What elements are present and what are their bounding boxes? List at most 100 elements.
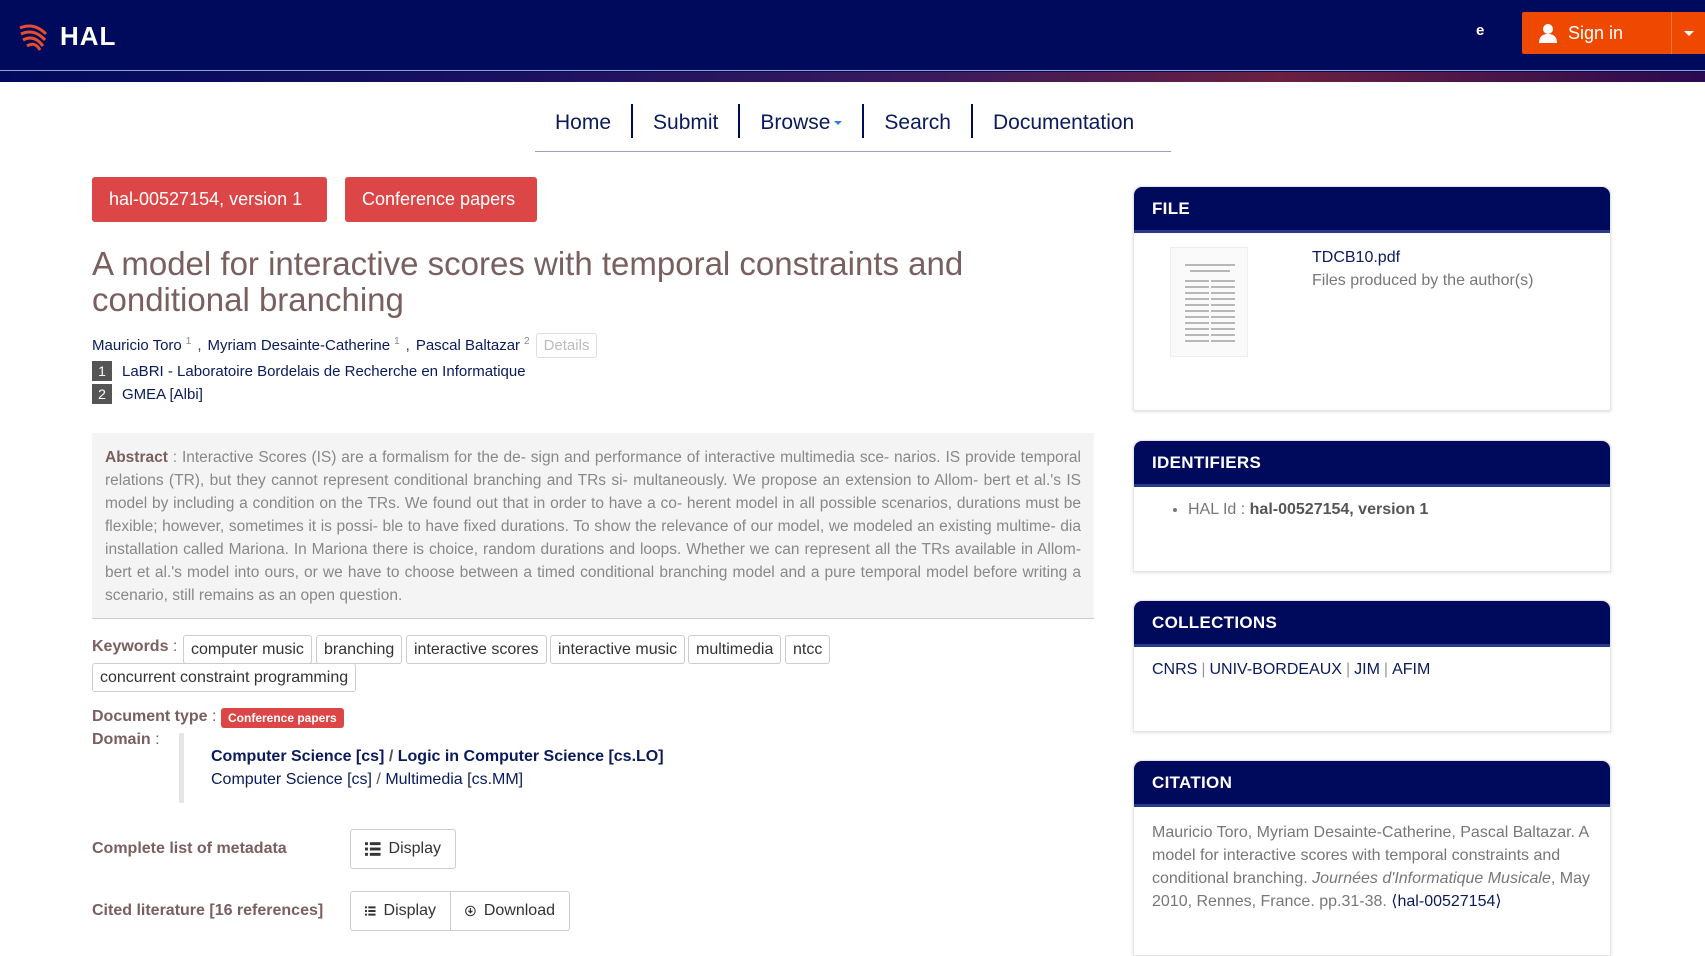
metadata-label: Complete list of metadata [92, 840, 287, 857]
domain-link[interactable]: Logic in Computer Science [cs.LO] [398, 748, 664, 765]
domain-separator: / [388, 748, 394, 765]
citation-venue: Journées d'Informatique Musicale [1312, 870, 1551, 887]
thumb-line [1185, 322, 1209, 324]
keywords-label-text: Keywords [92, 638, 169, 655]
keywords-label: Keywords : [92, 638, 177, 656]
domain-label: Domain : [92, 731, 160, 749]
thumb-line [1185, 292, 1209, 294]
keyword-tag[interactable]: branching [316, 635, 403, 664]
thumb-line [1211, 340, 1235, 342]
chevron-down-icon[interactable] [1684, 31, 1694, 36]
domain-list: Computer Science [cs] / Logic in Compute… [179, 733, 779, 803]
thumb-line [1185, 340, 1209, 342]
abstract-block: Abstract : Interactive Scores (IS) are a… [92, 433, 1094, 619]
author-list: Mauricio Toro 1 , Myriam Desainte-Catheri… [92, 333, 598, 358]
keyword-tag[interactable]: multimedia [688, 635, 782, 664]
collections-panel-title: COLLECTIONS [1134, 601, 1610, 647]
affiliation-item: 1 LaBRI - Laboratoire Bordelais de Reche… [92, 361, 526, 381]
domain-item: Computer Science [cs] / Logic in Compute… [211, 745, 779, 768]
hal-id-label: HAL Id : [1188, 501, 1250, 518]
domain-item: Computer Science [cs] / Multimedia [cs.M… [211, 768, 779, 791]
author-link[interactable]: Mauricio Toro [92, 337, 182, 354]
thumb-line [1211, 334, 1235, 336]
nav-browse[interactable]: Browse [740, 104, 865, 138]
document-type-badge[interactable]: Conference papers [221, 708, 344, 728]
thumb-line [1211, 304, 1235, 306]
thumb-line [1185, 264, 1235, 266]
affiliation-link[interactable]: GMEA [Albi] [122, 386, 203, 403]
thumb-line [1211, 280, 1235, 282]
details-button[interactable]: Details [535, 333, 598, 358]
file-link[interactable]: TDCB10.pdf [1312, 249, 1400, 267]
domain-link[interactable]: Computer Science [cs] [211, 771, 372, 788]
label-colon: : [207, 708, 217, 725]
sign-in-label: Sign in [1568, 22, 1624, 43]
identifiers-panel: IDENTIFIERS HAL Id : hal-00527154, versi… [1133, 440, 1611, 572]
affiliation-link[interactable]: LaBRI - Laboratoire Bordelais de Recherc… [122, 363, 526, 380]
download-icon [465, 905, 476, 917]
list-icon [365, 906, 376, 916]
keyword-tag[interactable]: interactive scores [406, 635, 547, 664]
keyword-tag[interactable]: ntcc [785, 635, 831, 664]
collection-link[interactable]: CNRS [1152, 661, 1197, 678]
thumb-line [1185, 304, 1209, 306]
thumb-line [1211, 316, 1235, 318]
hal-logo[interactable]: HAL [18, 18, 116, 54]
divider [0, 70, 1705, 71]
pdf-thumbnail[interactable] [1170, 247, 1248, 357]
hal-id-item: HAL Id : hal-00527154, version 1 [1188, 501, 1592, 519]
author-affiliation-number: 1 [394, 336, 400, 347]
identifiers-panel-title: IDENTIFIERS [1134, 441, 1610, 487]
author-link[interactable]: Pascal Baltazar [416, 337, 520, 354]
abstract-label: Abstract [105, 449, 168, 466]
thumb-line [1185, 286, 1209, 288]
collection-separator: | [1383, 661, 1389, 678]
cited-display-button[interactable]: Display [350, 891, 451, 931]
collections-body: CNRS | UNIV-BORDEAUX | JIM | AFIM [1134, 647, 1610, 693]
cited-literature-label: Cited literature [16 references] [92, 902, 324, 919]
domain-label-text: Domain [92, 731, 151, 748]
hal-logo-icon [19, 24, 48, 51]
keyword-tag[interactable]: computer music [183, 635, 312, 664]
abstract-text: : Interactive Scores (IS) are a formalis… [105, 449, 1081, 604]
nav-submit[interactable]: Submit [633, 104, 741, 138]
collection-link[interactable]: UNIV-BORDEAUX [1210, 661, 1342, 678]
display-label: Display [388, 840, 441, 857]
metadata-display-button[interactable]: Display [350, 829, 456, 869]
label-colon: : [168, 638, 178, 655]
collections-panel: COLLECTIONS CNRS | UNIV-BORDEAUX | JIM | AFIM [1133, 600, 1611, 732]
thumb-line [1211, 328, 1235, 330]
collection-separator: | [1201, 661, 1206, 678]
domain-link[interactable]: Computer Science [cs] [211, 748, 384, 765]
collection-link[interactable]: JIM [1354, 661, 1380, 678]
page-title: A model for interactive scores with temp… [92, 245, 964, 318]
language-selector[interactable]: e [1476, 22, 1484, 39]
thumb-line [1190, 270, 1230, 272]
thumb-line [1211, 292, 1235, 294]
citation-hal-link[interactable]: ⟨hal-00527154⟩ [1391, 893, 1501, 910]
nav-home[interactable]: Home [535, 104, 634, 138]
nav-documentation[interactable]: Documentation [973, 104, 1154, 138]
collection-link[interactable]: AFIM [1392, 661, 1430, 678]
domain-link[interactable]: Multimedia [cs.MM] [385, 771, 523, 788]
nav-search[interactable]: Search [864, 104, 973, 138]
top-header: HAL e Sign in [0, 0, 1705, 82]
author-link[interactable]: Myriam Desainte-Catherine [208, 337, 391, 354]
thumb-line [1185, 316, 1209, 318]
record-id-badge[interactable]: hal-00527154, version 1 [92, 177, 327, 222]
keyword-tag[interactable]: interactive music [550, 635, 686, 664]
citation-panel: CITATION Mauricio Toro, Myriam Desainte-… [1133, 760, 1611, 956]
thumb-line [1211, 298, 1235, 300]
thumb-line [1185, 310, 1209, 312]
main-nav: Home Submit Browse Search Documentation [535, 104, 1171, 152]
affiliation-number: 1 [92, 361, 112, 381]
file-panel: FILE TDCB10.pdf Files produced by the au… [1133, 186, 1611, 411]
list-icon [365, 842, 381, 856]
domain-separator: / [376, 771, 381, 788]
record-type-badge[interactable]: Conference papers [345, 177, 537, 222]
author-affiliation-number: 2 [524, 336, 530, 347]
cited-download-button[interactable]: Download [451, 891, 570, 931]
sign-in-button[interactable]: Sign in [1522, 12, 1705, 54]
label-colon: : [150, 731, 160, 748]
keyword-tag[interactable]: concurrent constraint programming [92, 663, 357, 692]
